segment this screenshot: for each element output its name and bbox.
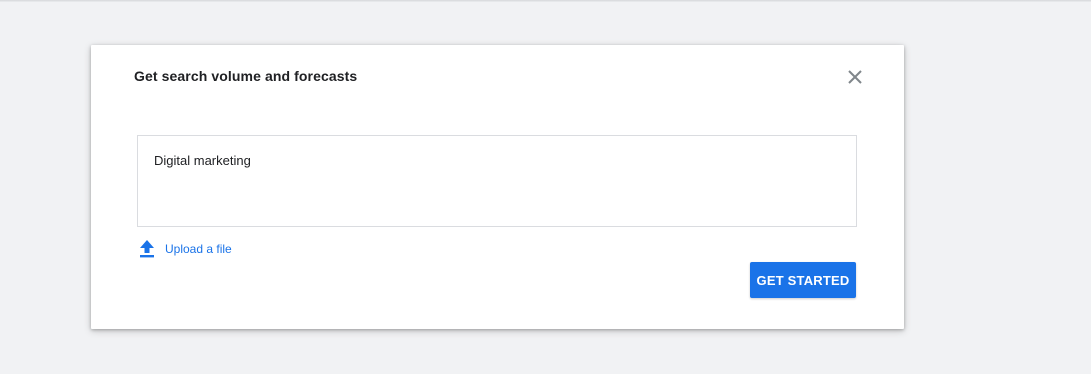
upload-icon	[140, 240, 154, 258]
close-button[interactable]	[844, 66, 866, 88]
search-volume-dialog: Get search volume and forecasts Digital …	[91, 45, 904, 329]
dialog-title: Get search volume and forecasts	[134, 68, 358, 84]
upload-file-label: Upload a file	[165, 242, 232, 256]
top-bar-shadow	[0, 0, 1091, 2]
upload-file-link[interactable]: Upload a file	[138, 239, 232, 259]
keywords-input[interactable]: Digital marketing	[137, 135, 857, 227]
close-icon	[848, 70, 862, 84]
get-started-button[interactable]: GET STARTED	[750, 262, 856, 298]
